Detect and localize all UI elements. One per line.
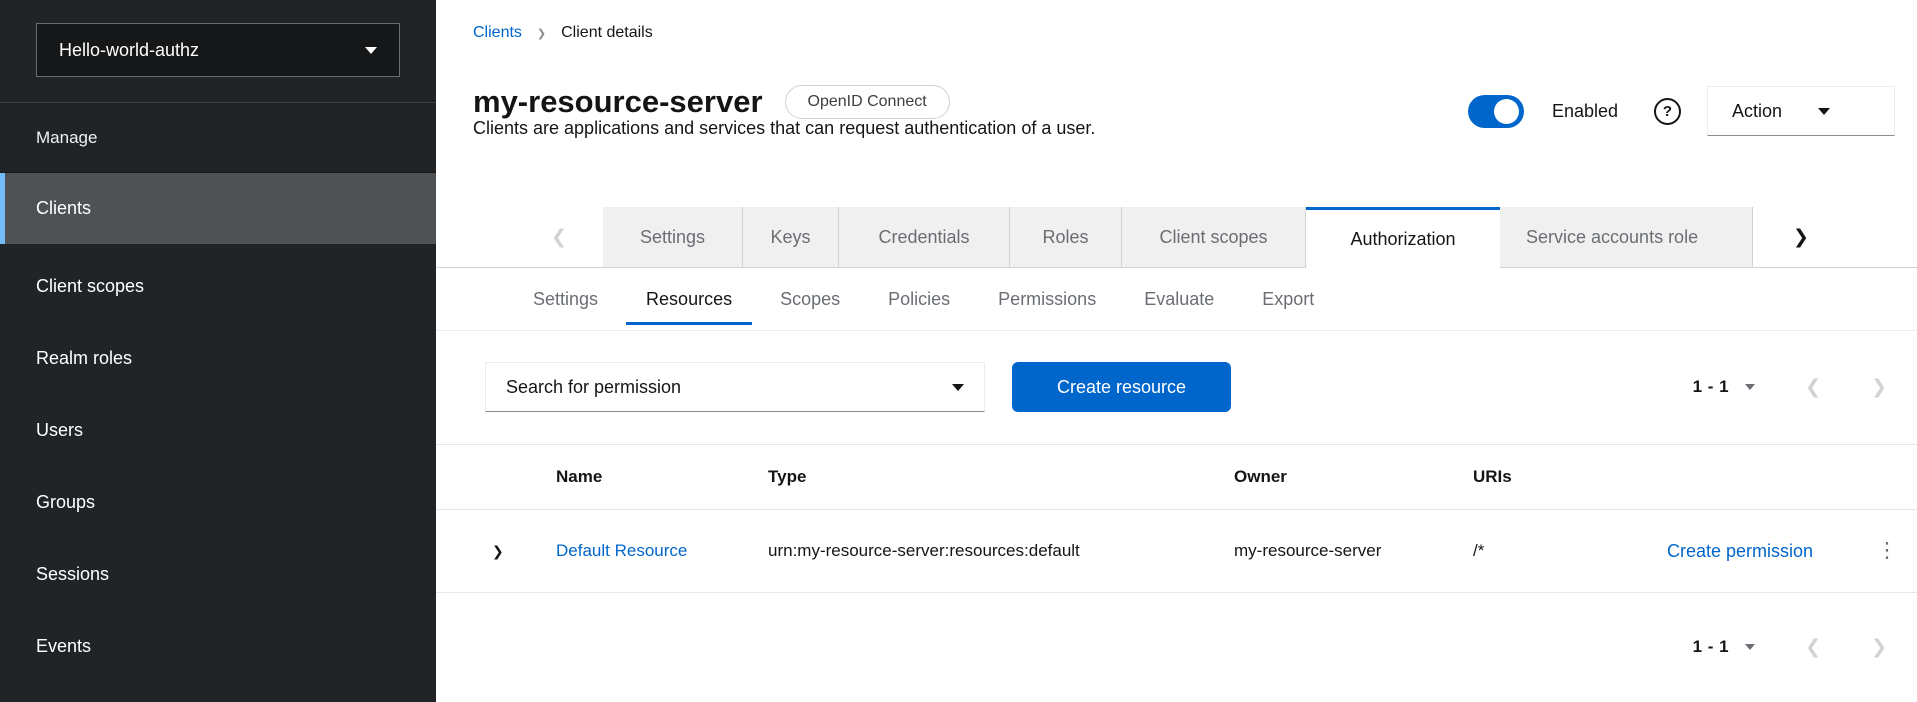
caret-down-icon <box>365 47 377 54</box>
pagination-next-button[interactable]: ❯ <box>1871 636 1887 659</box>
resources-table: Name Type Owner URIs ❯ Default Resource … <box>436 444 1917 593</box>
action-dropdown[interactable]: Action <box>1707 86 1895 136</box>
page-description: Clients are applications and services th… <box>473 118 1095 139</box>
pagination-range: 1 - 1 <box>1693 377 1730 397</box>
chevron-left-icon: ❮ <box>551 226 567 249</box>
tab-client-scopes[interactable]: Client scopes <box>1122 207 1306 268</box>
column-header-uris: URIs <box>1473 467 1623 487</box>
chevron-right-icon: ❯ <box>1793 226 1809 249</box>
sidebar-nav: Clients Client scopes Realm roles Users … <box>0 172 436 682</box>
action-dropdown-label: Action <box>1732 101 1782 122</box>
chevron-right-icon: ❯ <box>492 543 504 559</box>
subtab-settings[interactable]: Settings <box>509 268 622 330</box>
pagination-top: 1 - 1 ❮ ❯ <box>1693 362 1887 412</box>
search-permission-dropdown[interactable]: Search for permission <box>485 362 985 412</box>
subtab-policies[interactable]: Policies <box>864 268 974 330</box>
sidebar: Hello-world-authz Manage Clients Client … <box>0 0 436 702</box>
create-permission-link[interactable]: Create permission <box>1667 541 1813 561</box>
resource-name-link[interactable]: Default Resource <box>556 541 687 560</box>
pagination-next-button[interactable]: ❯ <box>1871 376 1887 399</box>
toggle-knob <box>1494 99 1519 124</box>
pagination-range: 1 - 1 <box>1693 637 1730 657</box>
caret-down-icon <box>1745 384 1755 390</box>
realm-selector[interactable]: Hello-world-authz <box>36 23 400 77</box>
caret-down-icon <box>1745 644 1755 650</box>
tab-service-accounts-roles[interactable]: Service accounts role <box>1500 207 1753 268</box>
tabs-scroll-right-button[interactable]: ❯ <box>1753 207 1917 268</box>
tab-settings[interactable]: Settings <box>603 207 743 268</box>
chevron-left-icon: ❮ <box>1805 637 1821 658</box>
enabled-label: Enabled <box>1552 101 1618 122</box>
app-window: Hello-world-authz Manage Clients Client … <box>0 0 1917 702</box>
pagination-bottom: 1 - 1 ❮ ❯ <box>1693 622 1887 672</box>
caret-down-icon <box>1818 108 1830 115</box>
table-row: ❯ Default Resource urn:my-resource-serve… <box>436 510 1917 593</box>
enabled-toggle[interactable] <box>1468 95 1524 128</box>
caret-down-icon <box>952 384 964 391</box>
subtab-scopes[interactable]: Scopes <box>756 268 864 330</box>
protocol-badge: OpenID Connect <box>785 85 950 119</box>
sidebar-item-events[interactable]: Events <box>0 610 436 682</box>
column-header-type: Type <box>768 467 1234 487</box>
breadcrumb-separator-icon: ❯ <box>537 27 546 40</box>
breadcrumb-current: Client details <box>561 24 653 42</box>
tab-keys[interactable]: Keys <box>743 207 839 268</box>
expand-row-button[interactable]: ❯ <box>436 541 556 561</box>
realm-name: Hello-world-authz <box>59 40 199 61</box>
create-resource-button[interactable]: Create resource <box>1012 362 1231 412</box>
subtab-export[interactable]: Export <box>1238 268 1338 330</box>
sidebar-item-users[interactable]: Users <box>0 394 436 466</box>
kebab-menu-icon: ⋮ <box>1877 539 1898 562</box>
help-icon[interactable]: ? <box>1654 98 1681 125</box>
chevron-right-icon: ❯ <box>1871 637 1887 658</box>
main-content: Clients ❯ Client details my-resource-ser… <box>436 0 1917 702</box>
sidebar-section-manage: Manage <box>0 103 436 172</box>
row-kebab-menu-button[interactable]: ⋮ <box>1857 544 1917 558</box>
client-tabs: ❮ Settings Keys Credentials Roles Client… <box>436 207 1917 268</box>
table-header-row: Name Type Owner URIs <box>436 444 1917 510</box>
chevron-right-icon: ❯ <box>1871 377 1887 398</box>
sidebar-item-clients[interactable]: Clients <box>0 173 436 244</box>
tabs-scroll-left-button[interactable]: ❮ <box>436 207 603 268</box>
sidebar-item-groups[interactable]: Groups <box>0 466 436 538</box>
pagination-per-page-menu[interactable] <box>1745 384 1755 390</box>
resource-type-cell: urn:my-resource-server:resources:default <box>768 541 1234 561</box>
page-header: my-resource-server OpenID Connect <box>473 84 950 120</box>
subtab-evaluate[interactable]: Evaluate <box>1120 268 1238 330</box>
breadcrumb-clients-link[interactable]: Clients <box>473 24 522 42</box>
resource-uris-cell: /* <box>1473 541 1623 561</box>
search-permission-placeholder: Search for permission <box>506 377 681 398</box>
tab-credentials[interactable]: Credentials <box>839 207 1010 268</box>
header-controls: Enabled ? Action <box>1468 86 1895 136</box>
pagination-per-page-menu[interactable] <box>1745 644 1755 650</box>
realm-selector-section: Hello-world-authz <box>0 0 436 103</box>
pagination-prev-button[interactable]: ❮ <box>1805 376 1821 399</box>
pagination-prev-button[interactable]: ❮ <box>1805 636 1821 659</box>
sidebar-item-client-scopes[interactable]: Client scopes <box>0 250 436 322</box>
subtab-resources[interactable]: Resources <box>622 268 756 330</box>
sidebar-item-sessions[interactable]: Sessions <box>0 538 436 610</box>
authorization-subtabs: Settings Resources Scopes Policies Permi… <box>436 268 1917 331</box>
sidebar-item-realm-roles[interactable]: Realm roles <box>0 322 436 394</box>
column-header-name: Name <box>556 467 768 487</box>
column-header-owner: Owner <box>1234 467 1473 487</box>
chevron-left-icon: ❮ <box>1805 377 1821 398</box>
tab-roles[interactable]: Roles <box>1010 207 1122 268</box>
breadcrumb: Clients ❯ Client details <box>473 24 653 42</box>
subtab-permissions[interactable]: Permissions <box>974 268 1120 330</box>
page-title: my-resource-server <box>473 84 763 120</box>
resource-owner-cell: my-resource-server <box>1234 541 1473 561</box>
tab-authorization[interactable]: Authorization <box>1306 207 1500 268</box>
